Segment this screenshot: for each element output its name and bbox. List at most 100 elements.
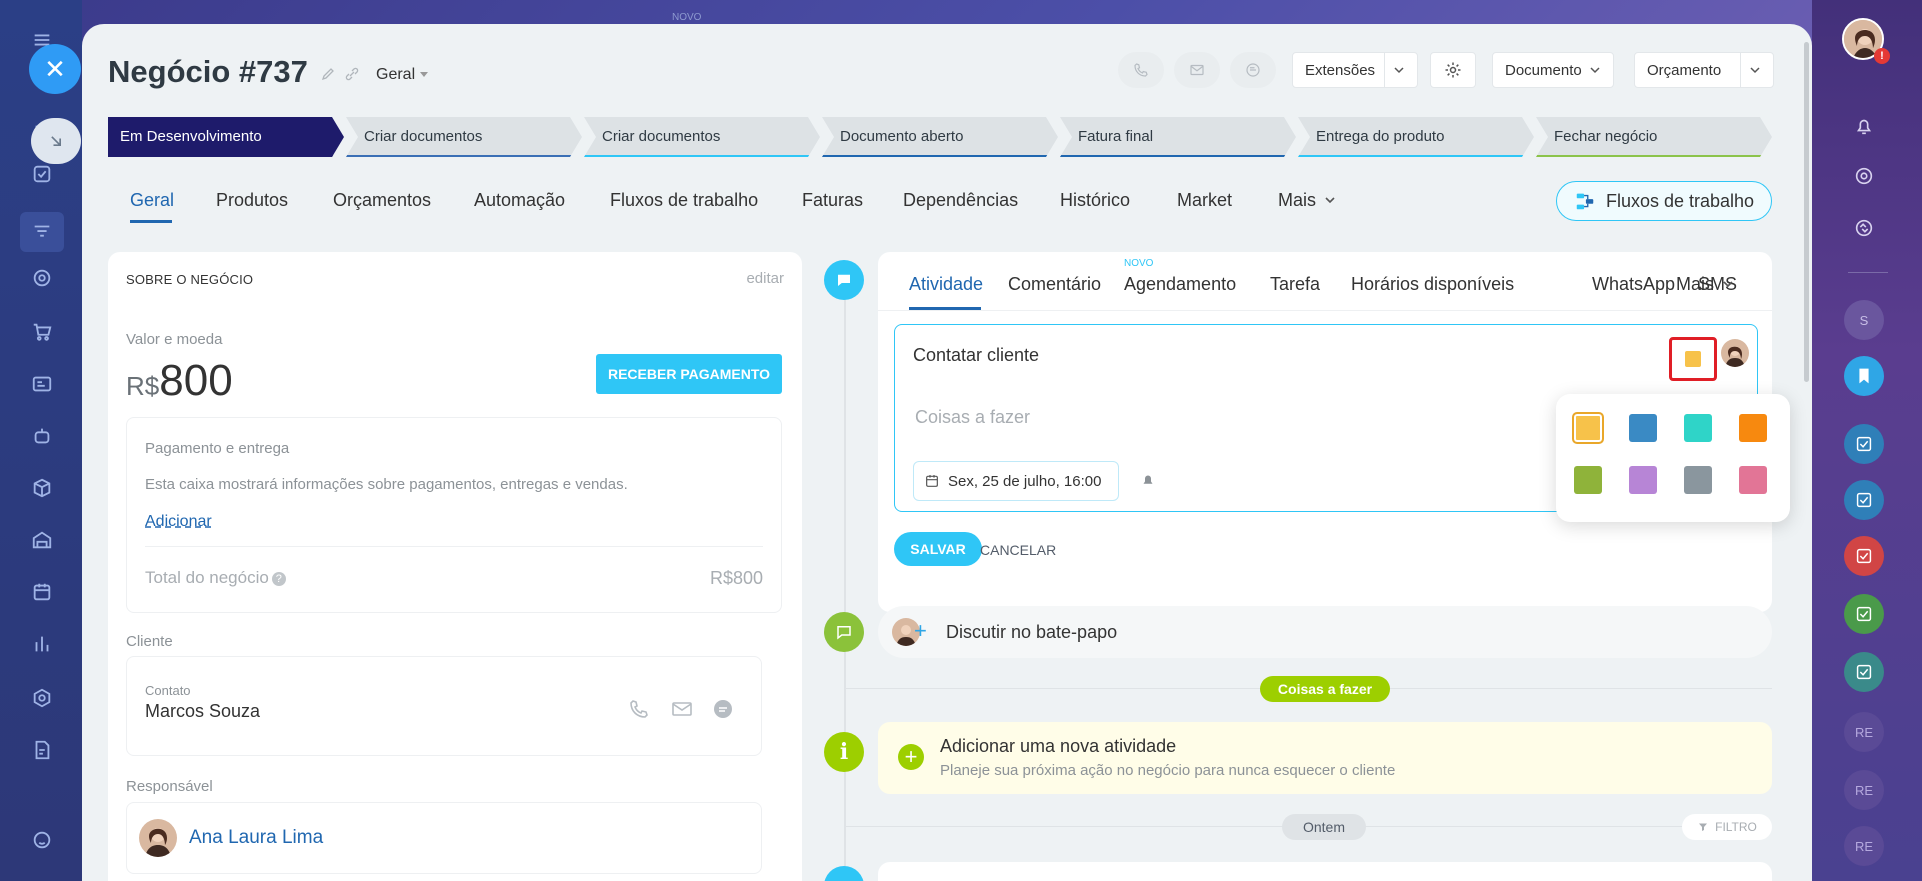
activity-tab-comentario[interactable]: Comentário bbox=[1008, 274, 1101, 295]
stage-5[interactable]: Fatura final bbox=[1060, 117, 1296, 157]
tasks-icon[interactable] bbox=[28, 160, 56, 188]
activity-date-picker[interactable]: Sex, 25 de julho, 16:00 bbox=[913, 461, 1119, 501]
cancel-button[interactable]: CANCELAR bbox=[980, 542, 1056, 558]
color-swatch-gray[interactable] bbox=[1684, 466, 1712, 494]
chat-icon[interactable] bbox=[711, 697, 735, 721]
add-payment-link[interactable]: Adicionar bbox=[145, 513, 212, 531]
bookmark-button[interactable] bbox=[1844, 356, 1884, 396]
document-edit-icon[interactable] bbox=[28, 736, 56, 764]
plus-icon[interactable]: + bbox=[898, 744, 924, 770]
chat-avatar-re-3[interactable]: RE bbox=[1844, 826, 1884, 866]
stage-label: Documento aberto bbox=[840, 127, 964, 145]
tab-historico[interactable]: Histórico bbox=[1060, 190, 1130, 211]
stage-2[interactable]: Criar documentos bbox=[346, 117, 582, 157]
stage-6[interactable]: Entrega do produto bbox=[1298, 117, 1534, 157]
call-button[interactable] bbox=[1118, 52, 1164, 88]
yesterday-badge: Ontem bbox=[1282, 814, 1366, 840]
color-swatch-turquoise[interactable] bbox=[1684, 414, 1712, 442]
timeline-line bbox=[844, 284, 846, 881]
activity-title-input[interactable]: Contatar cliente bbox=[913, 345, 1039, 366]
assignee-avatar[interactable] bbox=[1721, 339, 1749, 367]
stage-1[interactable]: Em Desenvolvimento bbox=[108, 117, 344, 157]
activity-tab-agendamento[interactable]: Agendamento bbox=[1124, 274, 1236, 295]
stage-3[interactable]: Criar documentos bbox=[584, 117, 820, 157]
mail-icon[interactable] bbox=[669, 697, 695, 721]
pipeline-selector[interactable]: Geral bbox=[376, 66, 429, 84]
save-button[interactable]: SALVAR bbox=[894, 532, 982, 566]
gear-icon bbox=[1445, 62, 1461, 78]
analytics-icon[interactable] bbox=[28, 630, 56, 658]
calendar-icon[interactable] bbox=[28, 578, 56, 606]
settings-hex-icon[interactable] bbox=[28, 684, 56, 712]
warehouse-icon[interactable] bbox=[28, 526, 56, 554]
activity-tab-whatsapp[interactable]: WhatsApp bbox=[1592, 274, 1675, 295]
message-button[interactable] bbox=[1230, 52, 1276, 88]
chat-avatar-s[interactable]: S bbox=[1844, 300, 1884, 340]
sync-button[interactable] bbox=[1844, 208, 1884, 248]
responsible-name[interactable]: Ana Laura Lima bbox=[189, 827, 323, 849]
timeline-item-card[interactable] bbox=[878, 862, 1772, 881]
discuss-chat-card[interactable]: + Discutir no bate-papo bbox=[878, 606, 1772, 658]
scrollbar[interactable] bbox=[1804, 42, 1809, 382]
bell-icon[interactable] bbox=[1139, 471, 1157, 489]
color-swatch-orange[interactable] bbox=[1739, 414, 1767, 442]
chat-avatar-re-2[interactable]: RE bbox=[1844, 770, 1884, 810]
color-swatch-yellow[interactable] bbox=[1572, 412, 1604, 444]
chat-avatar-re-1[interactable]: RE bbox=[1844, 712, 1884, 752]
tab-faturas[interactable]: Faturas bbox=[802, 190, 863, 211]
link-icon[interactable] bbox=[344, 66, 360, 82]
color-swatch-blue[interactable] bbox=[1629, 414, 1657, 442]
phone-icon[interactable] bbox=[627, 697, 651, 721]
workflows-button[interactable]: Fluxos de trabalho bbox=[1556, 181, 1772, 221]
crm-icon[interactable] bbox=[20, 212, 64, 252]
task-chat-5[interactable] bbox=[1844, 652, 1884, 692]
task-chat-3[interactable] bbox=[1844, 536, 1884, 576]
stage-7[interactable]: Fechar negócio bbox=[1536, 117, 1772, 157]
tab-geral[interactable]: Geral bbox=[130, 190, 174, 211]
filter-button[interactable]: FILTRO bbox=[1682, 814, 1772, 840]
color-swatch-pink[interactable] bbox=[1739, 466, 1767, 494]
tab-produtos[interactable]: Produtos bbox=[216, 190, 288, 211]
color-swatch-purple[interactable] bbox=[1629, 466, 1657, 494]
box-icon[interactable] bbox=[28, 474, 56, 502]
tab-automacao[interactable]: Automação bbox=[474, 190, 565, 211]
tab-more[interactable]: Mais bbox=[1278, 190, 1336, 211]
support-icon[interactable] bbox=[28, 826, 56, 854]
document-dropdown[interactable]: Documento bbox=[1492, 52, 1614, 88]
target-icon[interactable] bbox=[28, 264, 56, 292]
edit-link[interactable]: editar bbox=[746, 270, 784, 287]
notifications-button[interactable] bbox=[1844, 106, 1884, 146]
tab-orcamentos[interactable]: Orçamentos bbox=[333, 190, 431, 211]
settings-button[interactable] bbox=[1430, 52, 1476, 88]
email-button[interactable] bbox=[1174, 52, 1220, 88]
robot-icon[interactable] bbox=[28, 422, 56, 450]
activity-tab-atividade[interactable]: Atividade bbox=[909, 274, 983, 295]
collapse-panel-button[interactable] bbox=[31, 118, 81, 164]
tab-market[interactable]: Market bbox=[1177, 190, 1232, 211]
activity-tab-more[interactable]: Mais bbox=[1676, 274, 1734, 295]
activity-body-placeholder[interactable]: Coisas a fazer bbox=[915, 407, 1030, 428]
add-activity-card[interactable]: + Adicionar uma nova atividade Planeje s… bbox=[878, 722, 1772, 794]
contact-name[interactable]: Marcos Souza bbox=[145, 701, 260, 722]
edit-pencil-icon[interactable] bbox=[320, 66, 336, 82]
right-sidebar: ! S RE RE RE bbox=[1812, 0, 1922, 881]
activity-tab-horarios[interactable]: Horários disponíveis bbox=[1351, 274, 1514, 295]
close-slider-button[interactable]: ✕ bbox=[29, 44, 81, 94]
tab-fluxos[interactable]: Fluxos de trabalho bbox=[610, 190, 758, 211]
tab-dependencias[interactable]: Dependências bbox=[903, 190, 1018, 211]
activity-tab-tarefa[interactable]: Tarefa bbox=[1270, 274, 1320, 295]
add-participant-icon[interactable]: + bbox=[914, 618, 927, 644]
contact-card-icon[interactable] bbox=[28, 370, 56, 398]
task-chat-2[interactable] bbox=[1844, 480, 1884, 520]
goals-button[interactable] bbox=[1844, 156, 1884, 196]
task-chat-1[interactable] bbox=[1844, 424, 1884, 464]
task-chat-4[interactable] bbox=[1844, 594, 1884, 634]
color-swatch-green[interactable] bbox=[1574, 466, 1602, 494]
cart-icon[interactable] bbox=[28, 318, 56, 346]
stage-4[interactable]: Documento aberto bbox=[822, 117, 1058, 157]
receive-payment-button[interactable]: RECEBER PAGAMENTO bbox=[596, 354, 782, 394]
budget-dropdown[interactable]: Orçamento bbox=[1634, 52, 1774, 88]
color-picker-button[interactable] bbox=[1669, 337, 1717, 381]
extensions-dropdown[interactable]: Extensões bbox=[1292, 52, 1418, 88]
help-icon[interactable]: ? bbox=[271, 571, 286, 586]
